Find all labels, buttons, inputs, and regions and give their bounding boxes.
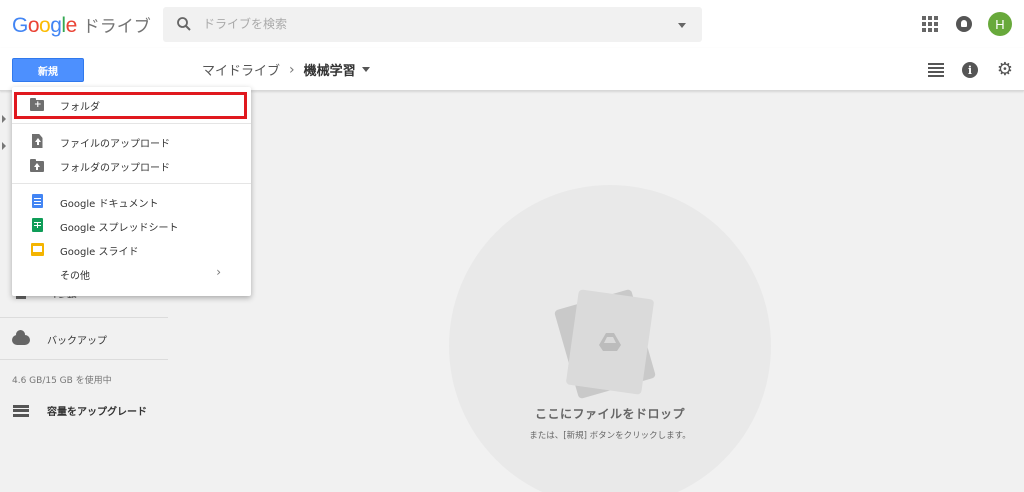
search-options-dropdown-icon[interactable] (678, 23, 686, 28)
menu-item-label: Google スライド (60, 247, 139, 258)
notifications-bell-icon[interactable] (954, 14, 974, 34)
sidebar-divider (0, 317, 168, 318)
expand-arrow-icon[interactable] (2, 142, 6, 150)
menu-item-label: Google スプレッドシート (60, 223, 179, 234)
menu-item-google-docs[interactable]: Google ドキュメント (12, 189, 251, 213)
breadcrumb-separator: › (289, 61, 295, 78)
list-view-icon[interactable] (928, 63, 944, 77)
breadcrumb-current-folder[interactable]: 機械学習 (304, 60, 356, 79)
menu-divider (12, 183, 251, 184)
menu-item-google-slides[interactable]: Google スライド (12, 237, 251, 261)
google-drive-logo[interactable]: Google ドライブ (12, 12, 151, 38)
menu-item-file-upload[interactable]: ファイルのアップロード (12, 129, 251, 153)
menu-item-more[interactable]: その他 › (12, 261, 251, 285)
file-upload-icon (30, 134, 44, 148)
chevron-right-icon: › (216, 265, 221, 279)
breadcrumb: マイドライブ › 機械学習 (202, 60, 370, 79)
search-box[interactable] (163, 7, 702, 42)
google-slides-icon (30, 242, 44, 256)
new-button[interactable]: 新規 (12, 58, 84, 82)
highlight-box (14, 92, 247, 119)
apps-grid-icon[interactable] (920, 14, 940, 34)
sidebar-item-label: 容量をアップグレード (47, 407, 147, 418)
drive-toolbar: 新規 マイドライブ › 機械学習 i ⚙ (0, 48, 1024, 91)
gear-icon[interactable]: ⚙ (996, 61, 1014, 79)
sidebar-item-upgrade-storage[interactable]: 容量をアップグレード (12, 403, 147, 418)
drop-zone-title: ここにファイルをドロップ (534, 407, 685, 421)
sidebar-divider (0, 359, 168, 360)
storage-usage-text: 4.6 GB/15 GB を使用中 (12, 376, 112, 386)
folder-menu-dropdown-icon[interactable] (361, 67, 370, 72)
drive-logo-icon (599, 333, 621, 351)
document-illustration-front (565, 289, 655, 395)
cloud-icon (12, 329, 30, 347)
expand-arrow-icon[interactable] (2, 115, 6, 123)
google-sheets-icon (30, 218, 44, 232)
menu-item-label: フォルダのアップロード (60, 163, 170, 174)
breadcrumb-my-drive[interactable]: マイドライブ (202, 60, 280, 79)
search-icon (177, 17, 191, 31)
account-avatar[interactable]: H (988, 12, 1012, 36)
top-header: Google ドライブ H (0, 0, 1024, 48)
search-input[interactable] (203, 13, 663, 35)
google-wordmark: Google (12, 14, 77, 37)
storage-stack-icon (12, 404, 30, 418)
drop-zone-subtitle: または、[新規] ボタンをクリックします。 (529, 431, 691, 441)
product-name: ドライブ (82, 17, 151, 37)
folder-upload-icon (30, 158, 44, 172)
menu-item-label: Google ドキュメント (60, 199, 159, 210)
menu-item-google-sheets[interactable]: Google スプレッドシート (12, 213, 251, 237)
menu-divider (12, 123, 251, 124)
menu-item-label: ファイルのアップロード (60, 139, 170, 150)
sidebar-item-label: バックアップ (47, 336, 107, 347)
sidebar-item-backup[interactable]: バックアップ (12, 329, 107, 347)
menu-item-label: その他 (60, 271, 90, 282)
info-icon[interactable]: i (962, 62, 978, 78)
google-docs-icon (30, 194, 44, 208)
menu-item-folder-upload[interactable]: フォルダのアップロード (12, 153, 251, 177)
